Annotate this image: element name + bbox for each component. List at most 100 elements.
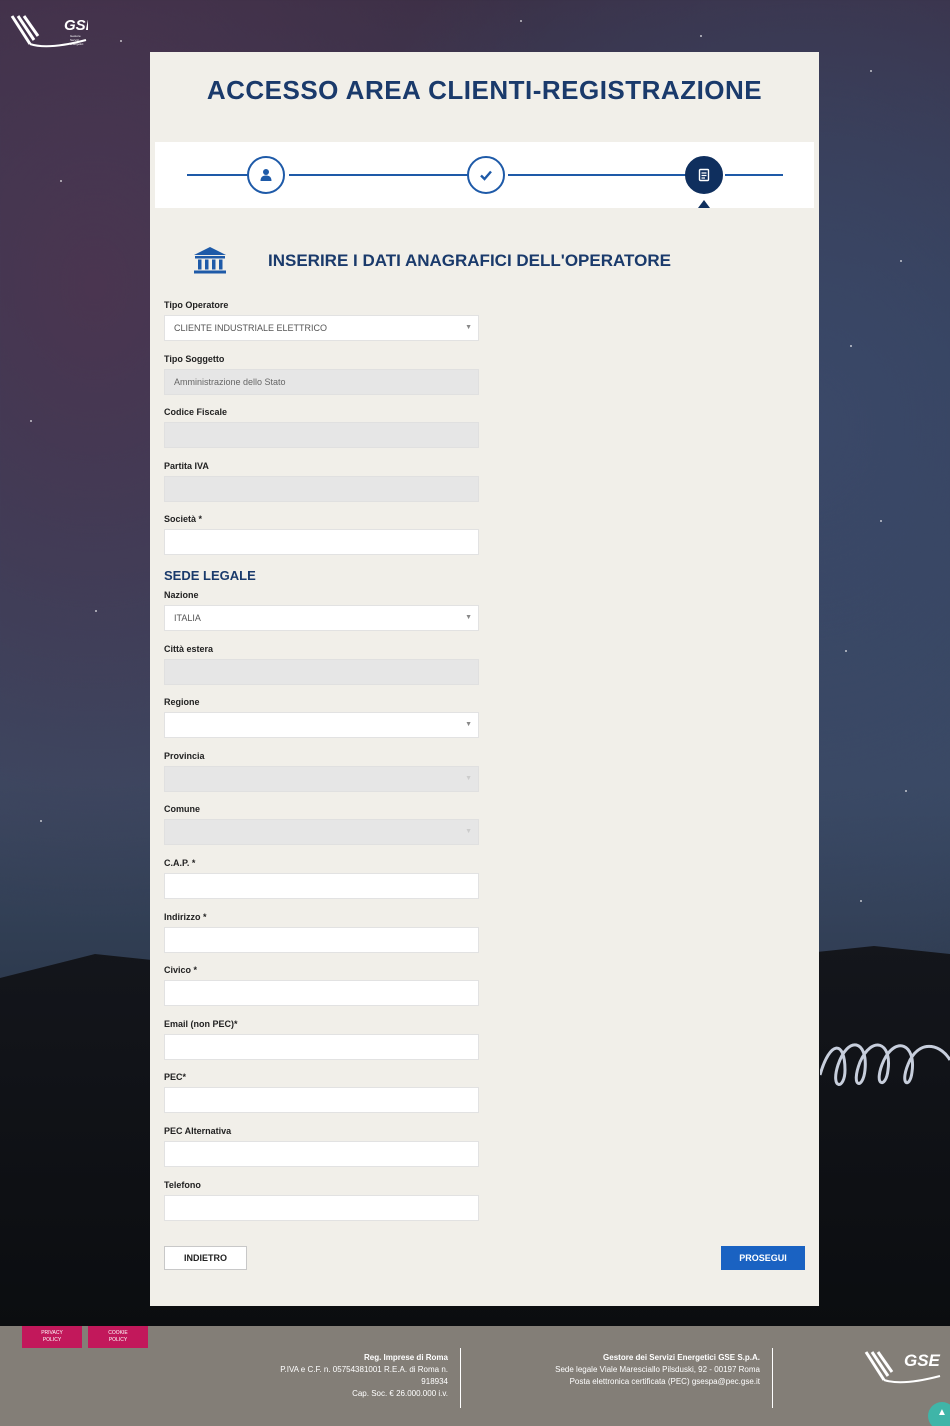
scroll-to-top-button[interactable]: ▲: [928, 1402, 950, 1426]
step-document[interactable]: [685, 156, 723, 194]
pec-input[interactable]: [164, 1087, 479, 1114]
footer: PRIVACY POLICY COOKIE POLICY Reg. Impres…: [0, 1326, 950, 1426]
provincia-label: Provincia: [164, 750, 205, 761]
progress-stepper: [155, 142, 814, 208]
section-header: INSERIRE I DATI ANAGRAFICI DELL'OPERATOR…: [192, 246, 671, 276]
privacy-policy-line1: PRIVACY: [41, 1330, 63, 1336]
form-row-pec: PEC*: [164, 1070, 480, 1124]
form-row-civico: Civico *: [164, 963, 480, 1017]
user-icon: [260, 169, 272, 181]
footer-divider: [460, 1348, 461, 1408]
next-button[interactable]: PROSEGUI: [721, 1246, 805, 1270]
stepper-line: [289, 174, 469, 176]
step-check[interactable]: [467, 156, 505, 194]
partita-iva-label: Partita IVA: [164, 460, 209, 471]
pec-alternativa-input[interactable]: [164, 1140, 479, 1167]
citta-estera-label: Città estera: [164, 643, 214, 654]
chevron-up-icon: ▲: [937, 1407, 947, 1418]
step-user[interactable]: [247, 156, 285, 194]
civico-label: Civico *: [164, 965, 198, 976]
form-row-tipo-soggetto: Tipo Soggetto Amministrazione dello Stat…: [164, 352, 480, 406]
form-row-nazione: Nazione ITALIA ▼: [164, 588, 480, 642]
regione-select[interactable]: ▼: [164, 712, 479, 739]
sede-legale-heading: SEDE LEGALE: [164, 567, 256, 583]
codice-fiscale-field: [164, 422, 479, 449]
section-title: INSERIRE I DATI ANAGRAFICI DELL'OPERATOR…: [268, 251, 671, 270]
cap-input[interactable]: [164, 872, 479, 899]
tipo-operatore-value: CLIENTE INDUSTRIALE ELETTRICO: [174, 323, 328, 333]
nazione-value: ITALIA: [174, 612, 201, 623]
cookie-policy-link[interactable]: COOKIE POLICY: [88, 1326, 148, 1348]
check-icon: [480, 170, 492, 181]
back-button[interactable]: INDIETRO: [164, 1246, 247, 1270]
civico-input[interactable]: [164, 980, 479, 1007]
chevron-down-icon: ▼: [465, 828, 472, 836]
form-row-codice-fiscale: Codice Fiscale: [164, 405, 480, 459]
svg-text:Energetici: Energetici: [70, 42, 84, 46]
company-address: Sede legale Viale Maresciallo Pilsduski,…: [555, 1365, 760, 1374]
company-pec: Posta elettronica certificata (PEC) gses…: [569, 1377, 760, 1386]
form-row-provincia: Provincia ▼: [164, 749, 480, 803]
form-row-cap: C.A.P. *: [164, 856, 480, 910]
stepper-line: [725, 174, 783, 176]
background-light-trail: [820, 1043, 950, 1086]
active-step-caret: [698, 200, 710, 208]
indirizzo-label: Indirizzo *: [164, 911, 207, 922]
telefono-label: Telefono: [164, 1179, 201, 1190]
societa-input[interactable]: [164, 529, 479, 556]
partita-iva-field: [164, 475, 479, 502]
privacy-policy-link[interactable]: PRIVACY POLICY: [22, 1326, 82, 1348]
form-row-societa: Società *: [164, 512, 480, 566]
form-row-citta-estera: Città estera: [164, 642, 480, 696]
document-icon: [698, 168, 710, 182]
tipo-operatore-label: Tipo Operatore: [164, 300, 229, 310]
codice-fiscale-label: Codice Fiscale: [164, 407, 228, 418]
cookie-policy-line1: COOKIE: [108, 1330, 128, 1336]
registry-title: Reg. Imprese di Roma: [363, 1353, 448, 1362]
email-input[interactable]: [164, 1033, 479, 1060]
cookie-policy-line2: POLICY: [108, 1337, 128, 1343]
nazione-label: Nazione: [164, 589, 199, 600]
footer-registry-info: Reg. Imprese di Roma P.IVA e C.F. n. 057…: [250, 1352, 448, 1400]
gse-footer-logo[interactable]: GSE: [862, 1346, 942, 1386]
form-row-tipo-operatore: Tipo Operatore CLIENTE INDUSTRIALE ELETT…: [164, 298, 480, 352]
provincia-select: ▼: [164, 765, 479, 792]
form-row-regione: Regione ▼: [164, 695, 480, 749]
comune-label: Comune: [164, 804, 200, 815]
cap-label: C.A.P. *: [164, 857, 196, 868]
company-title: Gestore dei Servizi Energetici GSE S.p.A…: [603, 1353, 760, 1362]
operator-data-form: Tipo Operatore CLIENTE INDUSTRIALE ELETT…: [164, 298, 480, 1231]
email-label: Email (non PEC)*: [164, 1018, 238, 1029]
nazione-select[interactable]: ITALIA ▼: [164, 604, 479, 631]
stepper-line: [508, 174, 686, 176]
form-row-comune: Comune ▼: [164, 802, 480, 856]
privacy-policy-line2: POLICY: [42, 1337, 62, 1343]
regione-label: Regione: [164, 697, 200, 708]
registration-card: ACCESSO AREA CLIENTI-REGISTRAZIONE INSER…: [150, 52, 819, 1306]
svg-text:GSE: GSE: [904, 1351, 941, 1370]
page-title: ACCESSO AREA CLIENTI-REGISTRAZIONE: [206, 75, 763, 105]
indirizzo-input[interactable]: [164, 926, 479, 953]
form-row-telefono: Telefono: [164, 1178, 480, 1232]
chevron-down-icon: ▼: [465, 613, 472, 621]
tipo-soggetto-field: Amministrazione dello Stato: [164, 368, 479, 395]
tipo-operatore-select[interactable]: CLIENTE INDUSTRIALE ELETTRICO ▼: [164, 315, 479, 341]
comune-select: ▼: [164, 819, 479, 846]
form-row-partita-iva: Partita IVA: [164, 459, 480, 513]
registry-line1: P.IVA e C.F. n. 05754381001 R.E.A. di Ro…: [280, 1365, 448, 1374]
form-row-pec-alternativa: PEC Alternativa: [164, 1124, 480, 1178]
form-row-indirizzo: Indirizzo *: [164, 910, 480, 964]
chevron-down-icon: ▼: [465, 324, 472, 331]
registry-line2: 918934: [421, 1377, 448, 1386]
gse-logo[interactable]: GSE Gestore Servizi Energetici: [8, 10, 88, 50]
svg-text:GSE: GSE: [64, 17, 88, 34]
bank-building-icon: [194, 247, 226, 274]
citta-estera-field: [164, 658, 479, 685]
tipo-soggetto-value: Amministrazione dello Stato: [174, 376, 286, 387]
chevron-down-icon: ▼: [465, 774, 472, 782]
telefono-input[interactable]: [164, 1194, 479, 1221]
footer-company-info: Gestore dei Servizi Energetici GSE S.p.A…: [500, 1352, 760, 1388]
chevron-down-icon: ▼: [465, 721, 472, 729]
societa-label: Società *: [164, 514, 203, 525]
form-row-email: Email (non PEC)*: [164, 1017, 480, 1071]
